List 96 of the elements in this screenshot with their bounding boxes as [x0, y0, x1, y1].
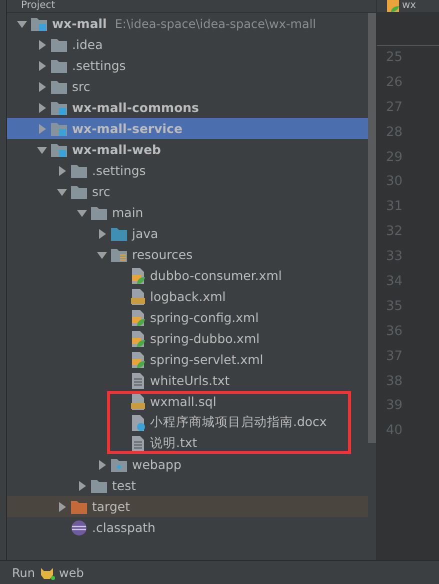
file-name: whiteUrls.txt: [150, 373, 230, 388]
spring-xml-file-icon: [131, 310, 145, 326]
expanded-arrow-icon[interactable]: [57, 186, 67, 196]
folder-icon: [51, 80, 67, 94]
scrollbar-thumb[interactable]: [368, 13, 376, 443]
expanded-arrow-icon[interactable]: [97, 250, 107, 260]
project-path: E:\idea-space\idea-space\wx-mall: [114, 16, 316, 30]
module-folder-icon: [51, 122, 67, 136]
module-folder-icon: [51, 142, 67, 156]
tree-row[interactable]: .settings: [7, 55, 368, 76]
folder-icon: [51, 58, 67, 72]
module-folder-icon: [51, 100, 67, 114]
folder-icon: [71, 184, 87, 198]
folder-icon: [71, 500, 87, 514]
spring-xml-file-icon: [387, 0, 399, 12]
module-folder-icon: [31, 16, 47, 30]
text-file-icon: [131, 372, 145, 388]
tree-row[interactable]: spring-config.xml: [7, 307, 368, 328]
tree-row[interactable]: src: [7, 181, 368, 202]
file-name: .settings: [92, 163, 146, 178]
tree-row[interactable]: dubbo-consumer.xml: [7, 265, 368, 286]
file-name: 说明.txt: [150, 435, 198, 452]
tree-row[interactable]: test: [7, 475, 368, 496]
file-name: wx-mall-web: [72, 142, 161, 157]
collapsed-arrow-icon[interactable]: [97, 460, 107, 470]
file-name: target: [92, 499, 130, 514]
folder-icon: [91, 478, 107, 492]
tree-row[interactable]: src: [7, 76, 368, 97]
file-name: .classpath: [92, 520, 156, 535]
file-name: dubbo-consumer.xml: [150, 268, 282, 283]
tree-row[interactable]: resources: [7, 244, 368, 265]
tree-row[interactable]: wxmall.sql: [7, 391, 368, 412]
collapsed-arrow-icon[interactable]: [57, 502, 67, 512]
xml-file-icon: [131, 288, 145, 304]
file-name: wx-mall-commons: [72, 100, 199, 115]
expanded-arrow-icon[interactable]: [77, 208, 87, 218]
collapsed-arrow-icon[interactable]: [57, 166, 67, 176]
tree-row[interactable]: 说明.txt: [7, 433, 368, 454]
file-name: java: [132, 226, 158, 241]
tree-row[interactable]: wx-mall-commons: [7, 97, 368, 118]
file-name: spring-config.xml: [150, 310, 259, 325]
file-name: spring-servlet.xml: [150, 352, 264, 367]
collapsed-arrow-icon[interactable]: [77, 480, 87, 490]
file-name: test: [112, 478, 136, 493]
unknown-file-icon: [131, 414, 145, 430]
eclipse-icon: [71, 520, 87, 536]
collapsed-arrow-icon[interactable]: [37, 82, 47, 92]
file-name: webapp: [132, 457, 182, 472]
tree-row[interactable]: wx-mall E:\idea-space\idea-space\wx-mall: [7, 13, 368, 34]
folder-icon: [111, 226, 127, 240]
file-name: main: [112, 205, 144, 220]
spring-xml-file-icon: [131, 330, 145, 346]
file-name: .idea: [72, 37, 103, 52]
file-name: wx-mall: [52, 16, 107, 31]
cat-icon: [39, 566, 56, 580]
folder-icon: [91, 206, 107, 220]
folder-icon: [51, 38, 67, 52]
sql-file-icon: [131, 394, 145, 410]
file-name: .settings: [72, 58, 126, 73]
file-name: logback.xml: [150, 289, 226, 304]
tree-row[interactable]: spring-dubbo.xml: [7, 328, 368, 349]
file-name: spring-dubbo.xml: [150, 331, 260, 346]
file-name: src: [92, 184, 110, 199]
resource-folder-icon: [111, 248, 127, 262]
folder-icon: [71, 164, 87, 178]
tree-row[interactable]: .classpath: [7, 517, 368, 538]
tree-row[interactable]: 小程序商城项目启动指南.docx: [7, 412, 368, 433]
tree-row[interactable]: target: [7, 496, 368, 517]
collapsed-arrow-icon[interactable]: [37, 60, 47, 70]
editor-tab[interactable]: wx: [402, 0, 416, 12]
tree-row[interactable]: main: [7, 202, 368, 223]
collapsed-arrow-icon[interactable]: [37, 102, 47, 112]
tree-row[interactable]: .idea: [7, 34, 368, 55]
expanded-arrow-icon[interactable]: [17, 18, 27, 28]
spring-xml-file-icon: [131, 268, 145, 284]
panel-title: Project: [21, 0, 56, 12]
tree-row[interactable]: wx-mall-web: [7, 139, 368, 160]
collapsed-arrow-icon[interactable]: [97, 228, 107, 238]
file-name: wxmall.sql: [150, 394, 216, 409]
tree-row[interactable]: java: [7, 223, 368, 244]
run-label[interactable]: Run: [12, 566, 36, 580]
text-file-icon: [131, 436, 145, 452]
web-folder-icon: [111, 458, 127, 472]
file-name: src: [72, 79, 90, 94]
expanded-arrow-icon[interactable]: [37, 144, 47, 154]
file-name: wx-mall-service: [72, 121, 182, 136]
tree-row[interactable]: .settings: [7, 160, 368, 181]
file-name: resources: [132, 247, 193, 262]
run-config[interactable]: web: [59, 566, 84, 580]
tree-row[interactable]: whiteUrls.txt: [7, 370, 368, 391]
spring-xml-file-icon: [131, 352, 145, 368]
tree-row[interactable]: logback.xml: [7, 286, 368, 307]
collapsed-arrow-icon[interactable]: [37, 40, 47, 50]
tree-row[interactable]: spring-servlet.xml: [7, 349, 368, 370]
tree-row[interactable]: webapp: [7, 454, 368, 475]
file-name: 小程序商城项目启动指南.docx: [150, 414, 327, 431]
